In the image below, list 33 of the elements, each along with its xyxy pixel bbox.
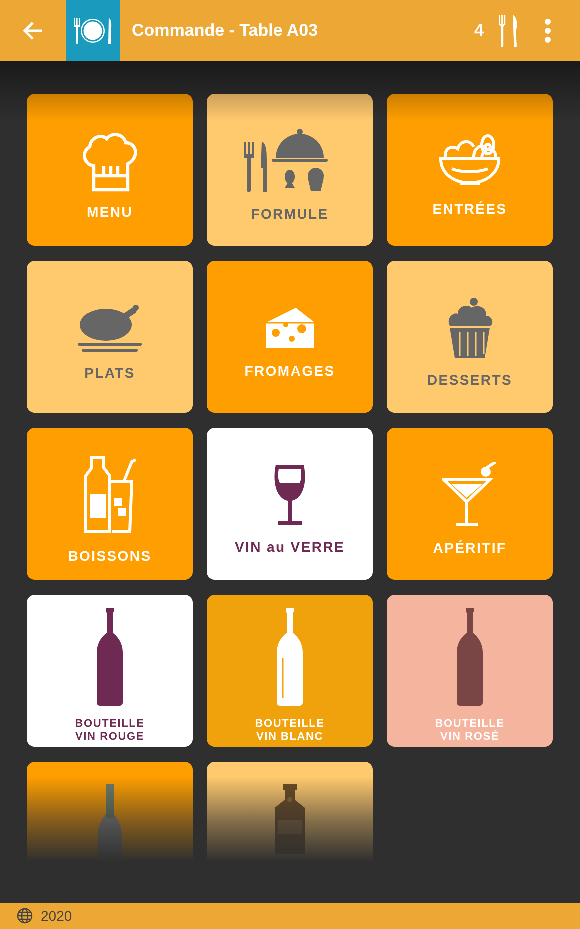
back-arrow-icon: [22, 20, 44, 42]
category-tile[interactable]: PLATS: [27, 261, 193, 413]
bottle-icon: [97, 608, 123, 706]
category-tile[interactable]: FROMAGES: [207, 261, 373, 413]
category-tile[interactable]: DESSERTS: [387, 261, 553, 413]
cupcake-icon: [446, 296, 494, 360]
cover-count: 4: [474, 20, 484, 40]
window-title: Commande - Table A03: [132, 20, 320, 40]
category-tile[interactable]: BOUTEILLE VIN BLANC: [207, 595, 373, 747]
category-tile[interactable]: FORMULE: [207, 94, 373, 246]
bottle-icon: [457, 608, 483, 706]
drinks-icon: [84, 454, 136, 536]
globe-icon: [17, 908, 33, 924]
category-tile[interactable]: ENTRÉES: [387, 94, 553, 246]
category-tile[interactable]: BOUTEILLE VIN ROSÉ: [387, 595, 553, 747]
category-tile[interactable]: BOISSONS: [27, 428, 193, 580]
chef-hat-icon: [80, 130, 140, 192]
category-tile[interactable]: BOUTEILLE VIN ROUGE: [27, 595, 193, 747]
category-tile[interactable]: [207, 762, 373, 862]
category-tile[interactable]: [27, 762, 193, 862]
bottle-icon: [277, 608, 303, 706]
year-label: 2020: [41, 908, 72, 924]
bottle-icon: [272, 784, 308, 854]
cheese-icon: [264, 305, 316, 351]
more-icon: [544, 18, 552, 42]
plate-cutlery-icon: [72, 16, 114, 46]
category-tile[interactable]: VIN au VERRE: [207, 428, 373, 580]
category-tile[interactable]: APÉRITIF: [387, 428, 553, 580]
wine-glass-icon: [273, 463, 307, 527]
cocktail-icon: [442, 462, 498, 528]
category-tile[interactable]: MENU: [27, 94, 193, 246]
roast-chicken-icon: [78, 303, 142, 353]
cutlery-icon: [498, 14, 520, 48]
